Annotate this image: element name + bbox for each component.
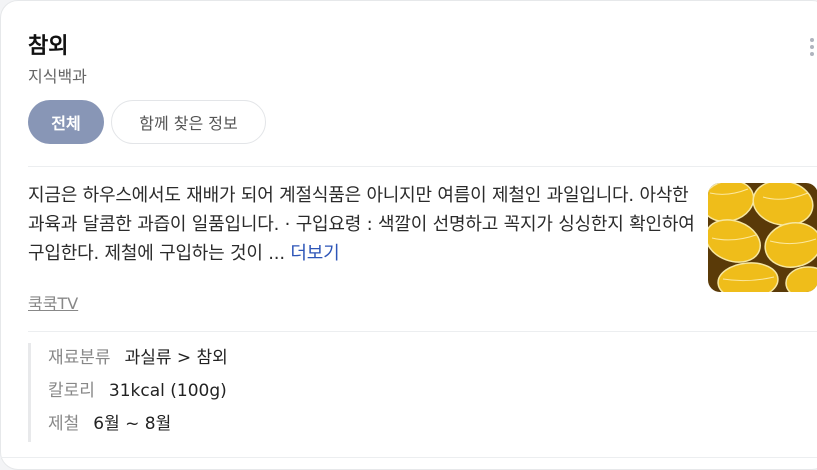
info-value: 과실류 > 참외 (124, 348, 228, 368)
summary-body: 지금은 하우스에서도 재배가 되어 계절식품은 아니지만 여름이 제철인 과일입… (28, 185, 695, 264)
knowledge-card: 참외 지식백과 전체 함께 찾은 정보 지금은 하우스에서도 재배가 되어 계절… (0, 0, 817, 470)
info-value: 31kcal (100g) (108, 381, 227, 401)
summary-text: 지금은 하우스에서도 재배가 되어 계절식품은 아니지만 여름이 제철인 과일입… (28, 181, 698, 268)
card-subtitle: 지식백과 (28, 67, 87, 86)
info-label: 재료분류 (48, 348, 111, 368)
page-title: 참외 (28, 34, 69, 59)
divider (28, 166, 817, 167)
info-value: 6월 ~ 8월 (93, 414, 172, 434)
tab-all[interactable]: 전체 (28, 100, 104, 144)
melon-thumbnail[interactable] (708, 183, 817, 292)
info-row-calories: 칼로리 31kcal (100g) (48, 376, 228, 409)
more-link[interactable]: 더보기 (290, 243, 339, 264)
info-row-category: 재료분류 과실류 > 참외 (48, 343, 228, 376)
divider (28, 331, 817, 332)
info-list: 재료분류 과실류 > 참외 칼로리 31kcal (100g) 제철 6월 ~ 8월 (28, 343, 228, 442)
more-vertical-icon[interactable] (807, 38, 817, 60)
melon-image (708, 183, 817, 292)
tab-related-info[interactable]: 함께 찾은 정보 (111, 100, 266, 144)
source-link[interactable]: 쿡쿡TV (28, 290, 78, 314)
info-row-season: 제철 6월 ~ 8월 (48, 409, 228, 442)
info-label: 칼로리 (48, 381, 95, 401)
info-label: 제철 (48, 414, 80, 434)
divider (1, 457, 817, 458)
